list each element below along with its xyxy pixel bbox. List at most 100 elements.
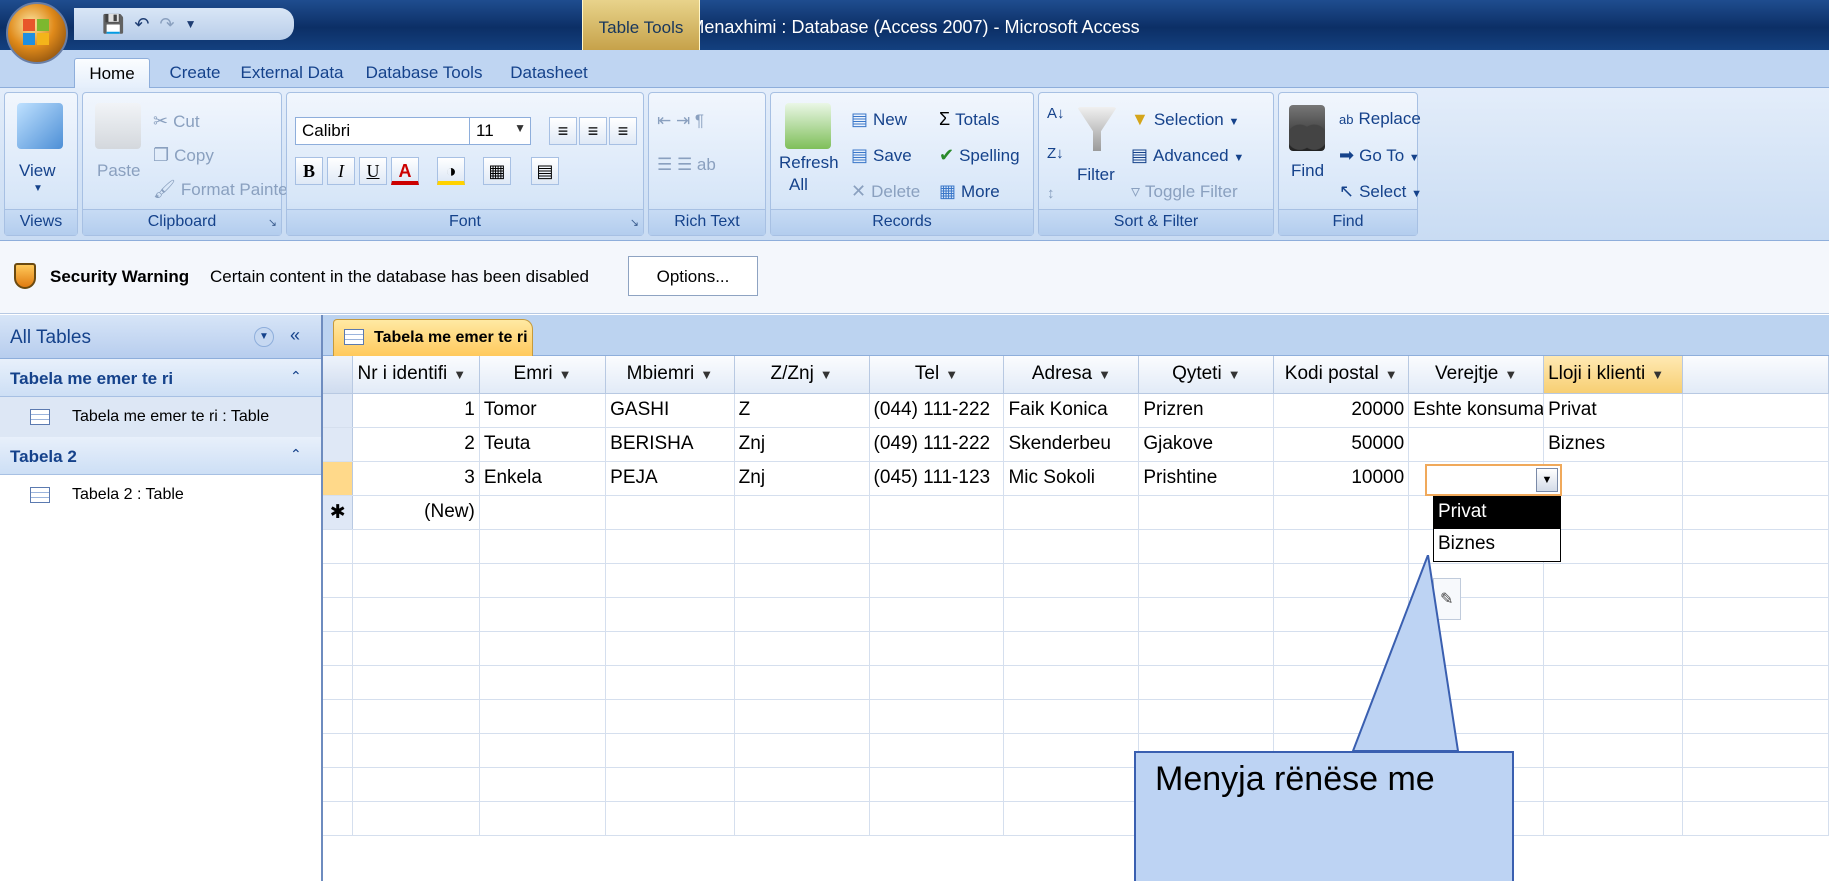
bold-button[interactable]: B bbox=[295, 157, 323, 185]
table-cell[interactable] bbox=[734, 495, 870, 530]
refresh-all-button[interactable]: Refresh bbox=[779, 153, 839, 173]
table-cell[interactable] bbox=[869, 495, 1005, 530]
chevron-down-icon[interactable]: ▼ bbox=[254, 327, 274, 347]
lloji-combo-editor[interactable]: ▼ bbox=[1425, 464, 1562, 496]
chevron-down-icon[interactable]: ▼ bbox=[820, 367, 833, 382]
new-record-cell[interactable]: (New) bbox=[352, 495, 480, 530]
italic-button[interactable]: I bbox=[327, 157, 355, 185]
collapse-group-icon[interactable]: ⌃ bbox=[290, 446, 302, 463]
redo-icon[interactable]: ↷ bbox=[160, 14, 175, 35]
chevron-down-icon[interactable]: ▼ bbox=[559, 367, 572, 382]
tab-database-tools[interactable]: Database Tools bbox=[362, 58, 486, 88]
table-cell[interactable] bbox=[605, 495, 735, 530]
table-cell[interactable]: BERISHA bbox=[605, 427, 735, 462]
undo-icon[interactable]: ↶ bbox=[134, 14, 149, 35]
table-cell[interactable] bbox=[1138, 495, 1275, 530]
table-cell[interactable]: Prizren bbox=[1138, 393, 1275, 428]
table-cell[interactable]: Eshte konsuma bbox=[1408, 393, 1545, 428]
chevron-down-icon[interactable]: ▼ bbox=[1651, 367, 1664, 382]
column-header[interactable]: Adresa ▼ bbox=[1003, 356, 1140, 394]
spelling-button[interactable]: ✔ Spelling bbox=[939, 145, 1020, 166]
alternate-fill-icon[interactable]: ▤ bbox=[531, 157, 559, 185]
clipboard-launcher-icon[interactable]: ↘ bbox=[268, 216, 277, 229]
table-cell[interactable] bbox=[1543, 495, 1684, 530]
refresh-icon[interactable] bbox=[785, 103, 831, 149]
table-cell[interactable]: Tomor bbox=[479, 393, 607, 428]
column-header[interactable]: Lloji i klienti ▼ bbox=[1543, 356, 1684, 394]
customize-qat-icon[interactable]: ▼ bbox=[185, 17, 197, 31]
table-cell[interactable]: Enkela bbox=[479, 461, 607, 496]
fill-color-icon[interactable]: ◑ bbox=[437, 157, 465, 185]
table-cell[interactable]: Znj bbox=[734, 427, 870, 462]
table-cell[interactable]: Teuta bbox=[479, 427, 607, 462]
column-header[interactable]: Tel ▼ bbox=[869, 356, 1005, 394]
table-cell[interactable]: Skenderbeu bbox=[1003, 427, 1140, 462]
filter-button[interactable]: Filter bbox=[1077, 165, 1115, 185]
table-cell[interactable]: (044) 111-222 bbox=[869, 393, 1005, 428]
view-button[interactable]: View bbox=[19, 161, 56, 181]
column-header[interactable]: Emri ▼ bbox=[479, 356, 607, 394]
nav-group-tabela-me-emer-te-ri[interactable]: Tabela me emer te ri ⌃ bbox=[0, 359, 321, 397]
table-cell[interactable] bbox=[1003, 495, 1140, 530]
more-button[interactable]: ▦ More bbox=[939, 181, 1000, 202]
column-header[interactable]: Verejtje ▼ bbox=[1408, 356, 1545, 394]
column-header[interactable]: Qyteti ▼ bbox=[1138, 356, 1275, 394]
table-cell[interactable] bbox=[1408, 427, 1545, 462]
goto-button[interactable]: ➡ Go To ▼ bbox=[1339, 145, 1420, 166]
nav-group-tabela-2[interactable]: Tabela 2 ⌃ bbox=[0, 437, 321, 475]
table-cell[interactable]: 3 bbox=[352, 461, 480, 496]
table-cell[interactable]: Znj bbox=[734, 461, 870, 496]
totals-button[interactable]: Σ Totals bbox=[939, 109, 1000, 130]
table-cell[interactable]: (045) 111-123 bbox=[869, 461, 1005, 496]
chevron-down-icon[interactable]: ▼ bbox=[1098, 367, 1111, 382]
replace-button[interactable]: ab Replace bbox=[1339, 109, 1421, 129]
nav-pane-header[interactable]: All Tables ▼ « bbox=[0, 315, 321, 359]
table-cell[interactable]: Z bbox=[734, 393, 870, 428]
nav-item-tabela-2-table[interactable]: Tabela 2 : Table bbox=[0, 475, 321, 515]
tab-home[interactable]: Home bbox=[74, 58, 150, 89]
table-cell[interactable]: Mic Sokoli bbox=[1003, 461, 1140, 496]
table-cell[interactable]: Biznes bbox=[1543, 427, 1684, 462]
table-cell[interactable]: 50000 bbox=[1273, 427, 1410, 462]
table-cell[interactable]: GASHI bbox=[605, 393, 735, 428]
record-selector[interactable] bbox=[323, 461, 354, 496]
chevron-down-icon[interactable]: ▼ bbox=[1385, 367, 1398, 382]
tab-datasheet[interactable]: Datasheet bbox=[504, 58, 594, 88]
record-selector[interactable] bbox=[323, 393, 354, 428]
gridlines-icon[interactable]: ▦ bbox=[483, 157, 511, 185]
view-dropdown-icon[interactable]: ▼ bbox=[33, 183, 43, 194]
font-name-combo[interactable]: Calibri▼ bbox=[295, 117, 495, 145]
table-cell[interactable]: Privat bbox=[1543, 393, 1684, 428]
table-cell[interactable]: Prishtine bbox=[1138, 461, 1275, 496]
view-icon[interactable] bbox=[17, 103, 63, 149]
office-button[interactable] bbox=[6, 2, 68, 64]
underline-button[interactable]: U bbox=[359, 157, 387, 185]
table-cell[interactable] bbox=[479, 495, 607, 530]
column-header[interactable]: Mbiemri ▼ bbox=[605, 356, 735, 394]
collapse-pane-icon[interactable]: « bbox=[290, 325, 300, 346]
table-cell[interactable]: Gjakove bbox=[1138, 427, 1275, 462]
align-left-icon[interactable]: ≡ bbox=[549, 117, 577, 145]
save-record-button[interactable]: ▤ Save bbox=[851, 145, 912, 166]
tab-external-data[interactable]: External Data bbox=[240, 58, 344, 88]
font-size-combo[interactable]: 11 ▼ bbox=[469, 117, 531, 145]
chevron-down-icon[interactable]: ▼ bbox=[1536, 468, 1558, 492]
collapse-group-icon[interactable]: ⌃ bbox=[290, 368, 302, 385]
options-button[interactable]: Options... bbox=[628, 256, 758, 296]
table-cell[interactable]: 20000 bbox=[1273, 393, 1410, 428]
table-cell[interactable]: 1 bbox=[352, 393, 480, 428]
font-color-button[interactable]: A bbox=[391, 157, 419, 185]
new-record-selector[interactable]: ✱ bbox=[323, 495, 354, 530]
select-all-corner[interactable] bbox=[323, 356, 354, 394]
font-launcher-icon[interactable]: ↘ bbox=[630, 216, 639, 229]
tab-create[interactable]: Create bbox=[160, 58, 230, 88]
table-cell[interactable]: PEJA bbox=[605, 461, 735, 496]
align-center-icon[interactable]: ≡ bbox=[579, 117, 607, 145]
chevron-down-icon[interactable]: ▼ bbox=[1228, 367, 1241, 382]
binoculars-icon[interactable] bbox=[1289, 105, 1325, 151]
sort-descending-icon[interactable]: Z↓ bbox=[1047, 145, 1064, 162]
table-cell[interactable]: 2 bbox=[352, 427, 480, 462]
table-cell[interactable]: Faik Konica bbox=[1003, 393, 1140, 428]
column-header[interactable]: Z/Znj ▼ bbox=[734, 356, 870, 394]
table-cell[interactable]: (049) 111-222 bbox=[869, 427, 1005, 462]
